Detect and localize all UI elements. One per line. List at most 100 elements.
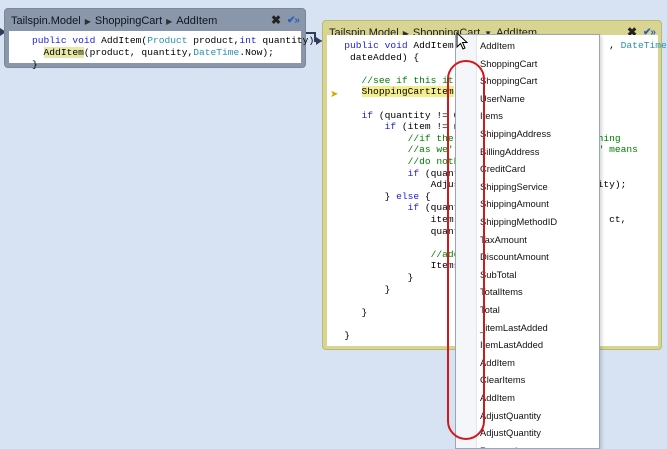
code-token: Product bbox=[147, 35, 188, 46]
code-line: Items bbox=[327, 260, 460, 272]
code-token: } bbox=[327, 190, 397, 202]
code-token: AddItem bbox=[43, 47, 84, 58]
code-token: } bbox=[9, 59, 38, 70]
code-token: Adjus bbox=[327, 179, 460, 191]
dropdown-item[interactable]: TaxAmount bbox=[480, 234, 527, 245]
dropdown-item[interactable]: ItemLastAdded bbox=[480, 339, 543, 350]
dropdown-item[interactable]: ClearItems bbox=[480, 374, 525, 385]
dropdown-item[interactable]: _itemLastAdded bbox=[480, 322, 548, 333]
code-line: dateAdded) { bbox=[327, 52, 419, 64]
code-line: } bbox=[9, 59, 38, 71]
code-token: dateAdded) { bbox=[327, 51, 420, 63]
code-line: //add bbox=[327, 249, 460, 261]
dropdown-item[interactable]: ShippingService bbox=[480, 181, 548, 192]
code-token: } bbox=[327, 330, 351, 341]
dropdown-item[interactable]: ShoppingCart bbox=[480, 58, 537, 69]
code-token: if bbox=[384, 121, 397, 133]
bubble-tools: ✖ ✔» bbox=[271, 13, 300, 27]
code-token: if bbox=[361, 109, 374, 121]
code-line: //do noth bbox=[327, 156, 460, 168]
code-line: } bbox=[327, 272, 414, 284]
code-editor[interactable]: public void AddItem(Product product,int … bbox=[9, 31, 326, 70]
dropdown-item[interactable]: RemoveItem bbox=[480, 445, 533, 448]
code-token: else bbox=[396, 190, 420, 202]
code-line: if (quant bbox=[327, 167, 460, 180]
code-line: //see if this it bbox=[327, 75, 454, 87]
code-token: quantity) { bbox=[256, 35, 326, 46]
code-token: } bbox=[327, 283, 391, 295]
dropdown-item[interactable]: AddItem bbox=[480, 392, 515, 403]
mouse-cursor-icon bbox=[456, 32, 469, 50]
code-token: , bbox=[609, 40, 621, 51]
dropdown-item[interactable]: ShoppingCart bbox=[480, 75, 537, 86]
dropdown-item[interactable]: SubTotal bbox=[480, 269, 516, 280]
code-line: } bbox=[327, 306, 368, 319]
code-token: quanti bbox=[327, 225, 466, 237]
dropdown-item[interactable]: DiscountAmount bbox=[480, 251, 549, 262]
breadcrumb-item[interactable]: ShoppingCart bbox=[95, 15, 162, 27]
code-token: Items bbox=[327, 260, 460, 272]
code-token: (product, quantity, bbox=[83, 47, 194, 58]
dropdown-item[interactable]: ShippingAmount bbox=[480, 198, 549, 209]
execution-pointer-icon: ➤ bbox=[330, 89, 339, 100]
dropdown-item[interactable]: AdjustQuantity bbox=[480, 427, 541, 438]
code-line: if (quantity != 0 bbox=[327, 109, 460, 122]
dropdown-item[interactable]: ShippingMethodID bbox=[480, 216, 557, 227]
breadcrumb: Tailspin.Model ▶ ShoppingCart ▶ AddItem bbox=[11, 15, 217, 27]
dropdown-item[interactable]: BillingAddress bbox=[480, 146, 539, 157]
code-line: } else { bbox=[327, 191, 431, 203]
annotation-highlight bbox=[447, 60, 485, 440]
code-line: ShoppingCartItem bbox=[327, 86, 454, 98]
dropdown-item[interactable]: AdjustQuantity bbox=[480, 410, 541, 421]
code-token: } bbox=[327, 306, 368, 318]
code-token: public bbox=[32, 35, 67, 46]
dropdown-item[interactable]: CreditCard bbox=[480, 163, 525, 174]
code-token: .Now); bbox=[239, 47, 274, 58]
code-line: AddItem(product, quantity,DateTime.Now); bbox=[9, 47, 274, 59]
code-token: if bbox=[407, 167, 420, 179]
code-token: AddItem( bbox=[95, 35, 148, 46]
code-token: //see if this it bbox=[361, 74, 454, 86]
code-token: item bbox=[327, 214, 454, 225]
code-token: public bbox=[344, 40, 379, 51]
dropdown-item[interactable]: TotalItems bbox=[480, 286, 523, 297]
code-token: int bbox=[239, 35, 257, 46]
code-bubble-caller[interactable]: Tailspin.Model ▶ ShoppingCart ▶ AddItem ✖ ✔»… bbox=[4, 8, 326, 70]
code-token: void bbox=[72, 35, 96, 46]
pin-icon[interactable]: ✔» bbox=[287, 15, 300, 26]
breadcrumb-separator-icon: ▶ bbox=[166, 17, 173, 26]
code-line: } bbox=[327, 330, 350, 342]
dropdown-item[interactable]: AddItem bbox=[480, 40, 515, 51]
code-token: product, bbox=[187, 35, 240, 46]
code-line: public void AddItem(Product product,int … bbox=[9, 35, 326, 47]
code-line: if (item != n bbox=[327, 121, 460, 133]
code-token: ShoppingCartItem bbox=[361, 86, 454, 98]
dropdown-item[interactable]: ShippingAddress bbox=[480, 128, 551, 139]
bubble-title-bar: Tailspin.Model ▶ ShoppingCart ▶ AddItem bbox=[5, 9, 305, 33]
code-token: AddItem( bbox=[407, 40, 460, 51]
dropdown-item[interactable]: AddItem bbox=[480, 357, 515, 368]
code-token: DateTime bbox=[193, 47, 240, 58]
breadcrumb-item[interactable]: Tailspin.Model bbox=[11, 15, 81, 27]
code-token: { bbox=[419, 190, 431, 202]
code-line: if (quant bbox=[327, 202, 460, 214]
code-token: DateTime bbox=[620, 40, 667, 51]
dropdown-item[interactable]: UserName bbox=[480, 93, 525, 104]
close-icon[interactable]: ✖ bbox=[271, 13, 281, 27]
code-token: if bbox=[407, 202, 420, 214]
code-line: } bbox=[327, 283, 391, 296]
breadcrumb-item[interactable]: AddItem bbox=[176, 15, 217, 27]
code-token: void bbox=[384, 40, 408, 51]
